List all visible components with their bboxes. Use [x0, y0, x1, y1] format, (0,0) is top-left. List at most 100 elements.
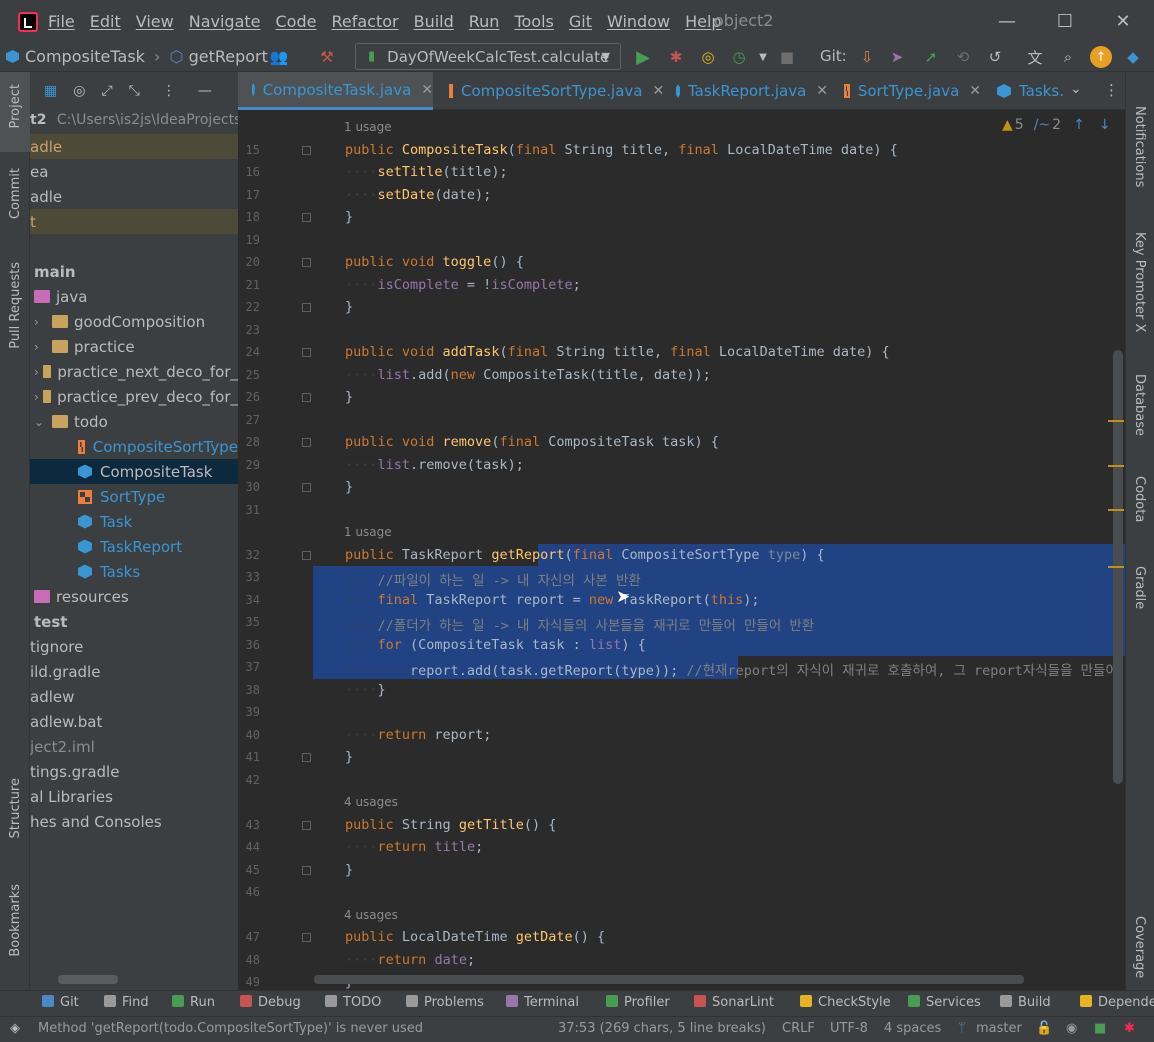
tree-item[interactable]: tings.gradle [30, 759, 238, 784]
update-icon[interactable]: ↑ [1090, 46, 1112, 68]
editor-tab[interactable]: TaskReport.java ✕ [662, 72, 828, 110]
code-line[interactable]: ····//파일이 하는 일 -> 내 자신의 사본 반환 [345, 569, 641, 589]
editor-tab[interactable]: CompositeTask.java ✕ [238, 72, 433, 110]
fold-icon[interactable] [302, 753, 311, 762]
code-line[interactable]: ····final TaskReport report = new TaskRe… [345, 592, 760, 608]
code-line[interactable]: ····isComplete = !isComplete; [345, 277, 581, 293]
event-log-icon[interactable]: ✱ [1124, 1021, 1135, 1036]
code-line[interactable]: ····list.add(new CompositeTask(title, da… [345, 367, 711, 383]
collapse-all-icon[interactable]: ⤡ [129, 83, 140, 99]
close-tab-icon[interactable]: ✕ [969, 83, 981, 99]
tool-window-run[interactable]: Run [172, 995, 215, 1010]
close-tab-icon[interactable]: ✕ [816, 83, 828, 99]
tree-item[interactable] [30, 234, 238, 259]
expand-all-icon[interactable]: ⤢ [101, 83, 112, 99]
tree-item[interactable]: Task [30, 509, 238, 534]
code-line[interactable]: public CompositeTask(final String title,… [345, 142, 898, 158]
code-line[interactable]: ········report.add(task.getReport(type))… [345, 659, 1118, 679]
memory-icon[interactable]: ◉ [1066, 1021, 1077, 1036]
fold-icon[interactable] [302, 550, 311, 560]
chevron-right-icon[interactable]: › [34, 365, 43, 379]
run-icon[interactable]: ▶ [632, 46, 654, 68]
select-opened-file-icon[interactable]: ▦ [44, 83, 57, 99]
menu-file[interactable]: File [48, 12, 75, 31]
code-line[interactable]: } [345, 299, 353, 315]
tree-item[interactable]: › practice_prev_deco_for_ [30, 384, 238, 409]
tree-item[interactable]: TaskReport [30, 534, 238, 559]
code-line[interactable]: } [345, 862, 353, 878]
tree-item[interactable]: › practice [30, 334, 238, 359]
target-icon[interactable]: ◎ [73, 83, 85, 99]
chevron-down-icon[interactable]: ⌄ [34, 415, 52, 429]
menu-tools[interactable]: Tools [514, 12, 553, 31]
code-line[interactable]: public LocalDateTime getDate() { [345, 929, 605, 945]
status-layout-icon[interactable]: ◈ [10, 1021, 20, 1036]
menu-build[interactable]: Build [414, 12, 454, 31]
notifications-tool-button[interactable]: Notifications [1132, 106, 1147, 187]
fold-icon[interactable] [302, 258, 311, 267]
minimize-button[interactable]: — [992, 8, 1022, 34]
database-tool-button[interactable]: Database [1132, 374, 1147, 436]
editor-tab[interactable]: SortType.java ✕ [830, 72, 981, 110]
git-update-icon[interactable]: ⇩ [856, 46, 878, 68]
line-separator[interactable]: CRLF [782, 1021, 815, 1036]
inspection-widget[interactable]: ▲ 5 ∕~ 2 ↑ ↓ [1002, 117, 1111, 133]
warning-marker[interactable] [1108, 465, 1124, 467]
code-line[interactable]: ····} [345, 682, 386, 698]
tree-item[interactable]: test [30, 609, 238, 634]
usage-hint[interactable]: 1 usage [344, 120, 392, 134]
usage-hint[interactable]: 1 usage [344, 525, 392, 539]
plugin-icon[interactable]: ■ [1094, 1021, 1106, 1036]
search-icon[interactable]: ⌕ [1057, 46, 1079, 68]
tree-item[interactable]: CompositeTask [30, 459, 238, 484]
tree-item[interactable]: ea [30, 159, 238, 184]
tool-window-terminal[interactable]: Terminal [506, 995, 579, 1010]
fold-icon[interactable] [302, 438, 311, 447]
breadcrumb-method[interactable]: getReport [189, 47, 268, 66]
tool-window-services[interactable]: Services [908, 995, 981, 1010]
rollback-icon[interactable]: ↺ [984, 46, 1006, 68]
tree-item[interactable]: adle [30, 184, 238, 209]
code-line[interactable]: } [345, 209, 353, 225]
tree-item[interactable]: adle [30, 134, 238, 159]
fold-icon[interactable] [302, 933, 311, 942]
pull-requests-tool-button[interactable]: Pull Requests [8, 262, 23, 349]
tree-item[interactable]: ild.gradle [30, 659, 238, 684]
code-line[interactable]: public String getTitle() { [345, 817, 556, 833]
coverage-icon[interactable]: ◎ [697, 46, 719, 68]
codota-tool-button[interactable]: Codota [1132, 476, 1147, 522]
tool-window-checkstyle[interactable]: CheckStyle [800, 995, 891, 1010]
git-history-icon[interactable]: ⟲ [952, 46, 974, 68]
menu-edit[interactable]: Edit [90, 12, 121, 31]
fold-icon[interactable] [302, 145, 311, 155]
warning-marker[interactable] [1108, 420, 1124, 422]
fold-icon[interactable] [302, 820, 311, 830]
tree-item[interactable]: Tasks [30, 559, 238, 584]
tree-item[interactable]: resources [30, 584, 238, 609]
tool-window-git[interactable]: Git [42, 995, 79, 1010]
code-line[interactable]: } [345, 389, 353, 405]
hammer-icon[interactable]: ⚒ [316, 46, 338, 68]
code-line[interactable]: public void toggle() { [345, 254, 524, 270]
run-configuration-select[interactable]: ▮ DayOfWeekCalcTest.calculate ▼ [355, 43, 621, 70]
close-tab-icon[interactable]: ✕ [421, 82, 433, 98]
stop-icon[interactable]: ■ [776, 46, 798, 68]
commit-tool-button[interactable]: Commit [8, 168, 23, 219]
code-line[interactable]: ····return title; [345, 839, 483, 855]
code-line[interactable]: public void remove(final CompositeTask t… [345, 434, 719, 450]
previous-highlight-icon[interactable]: ↑ [1073, 117, 1085, 133]
translate-icon[interactable]: 文 [1024, 46, 1046, 68]
code-line[interactable]: ····setDate(date); [345, 187, 491, 203]
structure-tool-button[interactable]: Structure [8, 778, 23, 838]
tool-window-build[interactable]: Build [1000, 995, 1051, 1010]
key-promoter-tool-button[interactable]: Key Promoter X [1132, 232, 1147, 332]
code-line[interactable]: ····return date; [345, 952, 475, 968]
tool-window-todo[interactable]: TODO [325, 995, 381, 1010]
caret-position[interactable]: 37:53 (269 chars, 5 line breaks) [558, 1021, 766, 1036]
code-line[interactable]: ····list.remove(task); [345, 457, 524, 473]
tool-window-problems[interactable]: Problems [406, 995, 484, 1010]
tool-window-find[interactable]: Find [104, 995, 149, 1010]
code-line[interactable]: ····for (CompositeTask task : list) { [345, 637, 646, 653]
editor-horizontal-scrollbar[interactable] [314, 975, 1024, 984]
chevron-right-icon[interactable]: › [34, 390, 43, 404]
